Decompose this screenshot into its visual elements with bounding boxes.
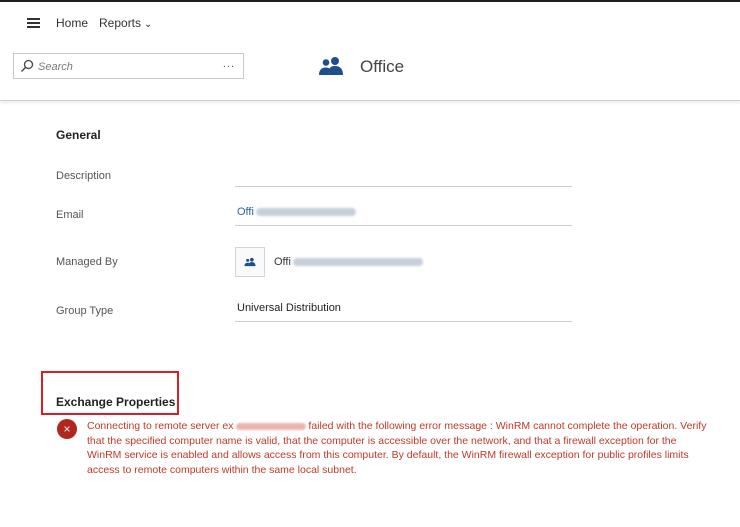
email-redacted [255, 208, 356, 217]
search-icon [21, 59, 34, 72]
managed-by-avatar[interactable] [235, 247, 265, 277]
group-icon [244, 257, 256, 267]
managed-by-value[interactable]: Offi [274, 256, 423, 268]
group-icon [319, 57, 343, 75]
group-type-value: Universal Distribution [237, 302, 341, 314]
description-label: Description [56, 170, 112, 182]
app-header: Home Reports⌄ ... Office [0, 2, 740, 101]
nav-home-link[interactable]: Home [56, 16, 88, 30]
error-icon: × [57, 419, 77, 439]
email-value[interactable]: Offi [237, 206, 254, 218]
search-box[interactable]: ... [13, 53, 244, 79]
error-message: Connecting to remote server ex failed wi… [87, 419, 707, 477]
managed-by-label: Managed By [56, 256, 118, 268]
chevron-down-icon: ⌄ [144, 19, 153, 30]
exchange-section-heading: Exchange Properties [56, 395, 176, 409]
search-options-button[interactable]: ... [223, 58, 235, 70]
error-message-part1: Connecting to remote server ex [87, 420, 234, 432]
managed-by-name: Offi [274, 256, 291, 268]
hamburger-menu-icon[interactable] [27, 18, 40, 28]
general-section-heading: General [56, 128, 101, 142]
group-type-field[interactable]: Universal Distribution [235, 297, 572, 322]
group-type-label: Group Type [56, 305, 114, 317]
email-field[interactable]: Offi [235, 201, 572, 226]
server-name-redacted [235, 422, 306, 430]
managed-by-redacted [292, 258, 423, 267]
page-title: Office [360, 57, 405, 76]
nav-reports-label: Reports [99, 16, 142, 30]
email-label: Email [56, 209, 84, 221]
description-field[interactable] [235, 162, 572, 187]
nav-reports-dropdown[interactable]: Reports ⌄ [99, 16, 152, 30]
search-input[interactable] [36, 57, 210, 77]
